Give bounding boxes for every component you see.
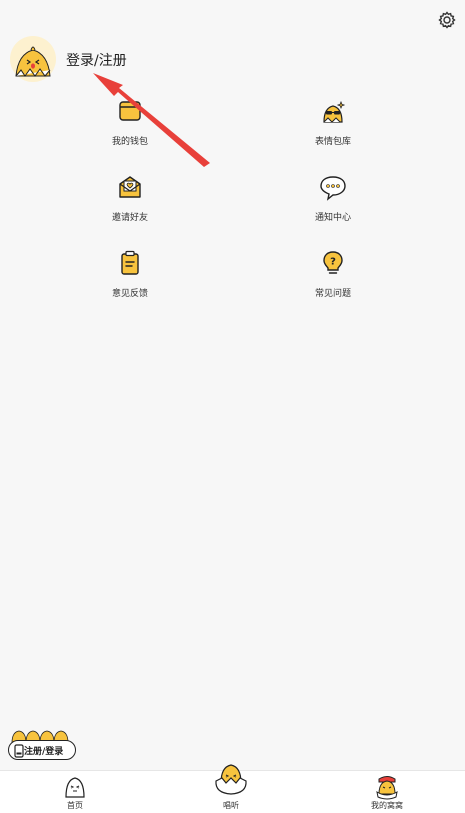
gear-icon[interactable]: [437, 10, 457, 30]
menu-item-label: 表情包库: [314, 137, 351, 147]
menu-item-label: 意见反馈: [111, 289, 148, 299]
menu-item-sticker-library[interactable]: 表情包库: [268, 96, 398, 147]
egg-chick-icon: [215, 764, 247, 795]
menu-item-label: 邀请好友: [111, 213, 148, 223]
menu-item-wallet[interactable]: 我的钱包: [65, 96, 195, 147]
tab-label: 唱听: [223, 801, 239, 810]
menu-item-label: 我的钱包: [111, 137, 148, 147]
bottom-tab-bar: 首页 唱听 我的窝窝: [0, 764, 465, 813]
menu-item-invite-friends[interactable]: 邀请好友: [65, 172, 195, 223]
menu-item-feedback[interactable]: 意见反馈: [65, 248, 195, 299]
badge-label: 注册/登录: [24, 747, 64, 757]
svg-text:?: ?: [330, 257, 336, 268]
tab-label: 首页: [67, 801, 83, 810]
notification-chat-icon: [320, 176, 346, 201]
sticker-library-icon: [323, 100, 345, 123]
wallet-icon: [119, 101, 141, 121]
tab-label: 我的窝窝: [371, 801, 403, 810]
menu-item-label: 通知中心: [314, 213, 351, 223]
feedback-clipboard-icon: [121, 250, 139, 275]
login-register-link[interactable]: 登录/注册: [66, 50, 127, 70]
invite-envelope-icon: [119, 176, 141, 198]
nest-chick-icon: [376, 776, 398, 800]
tab-my-nest[interactable]: 我的窝窝: [342, 771, 432, 813]
avatar[interactable]: [10, 36, 56, 82]
question-bulb-icon: ?: [323, 251, 343, 274]
chick-avatar-icon: [15, 46, 51, 77]
tab-home[interactable]: 首页: [30, 771, 120, 813]
menu-item-label: 常见问题: [314, 289, 351, 299]
phone-icon: [14, 744, 24, 758]
register-login-badge[interactable]: 注册/登录: [6, 724, 80, 764]
menu-item-faq[interactable]: ? 常见问题: [268, 248, 398, 299]
menu-item-notification-center[interactable]: 通知中心: [268, 172, 398, 223]
home-chick-icon: [65, 777, 85, 798]
tab-listen[interactable]: 唱听: [186, 764, 276, 813]
